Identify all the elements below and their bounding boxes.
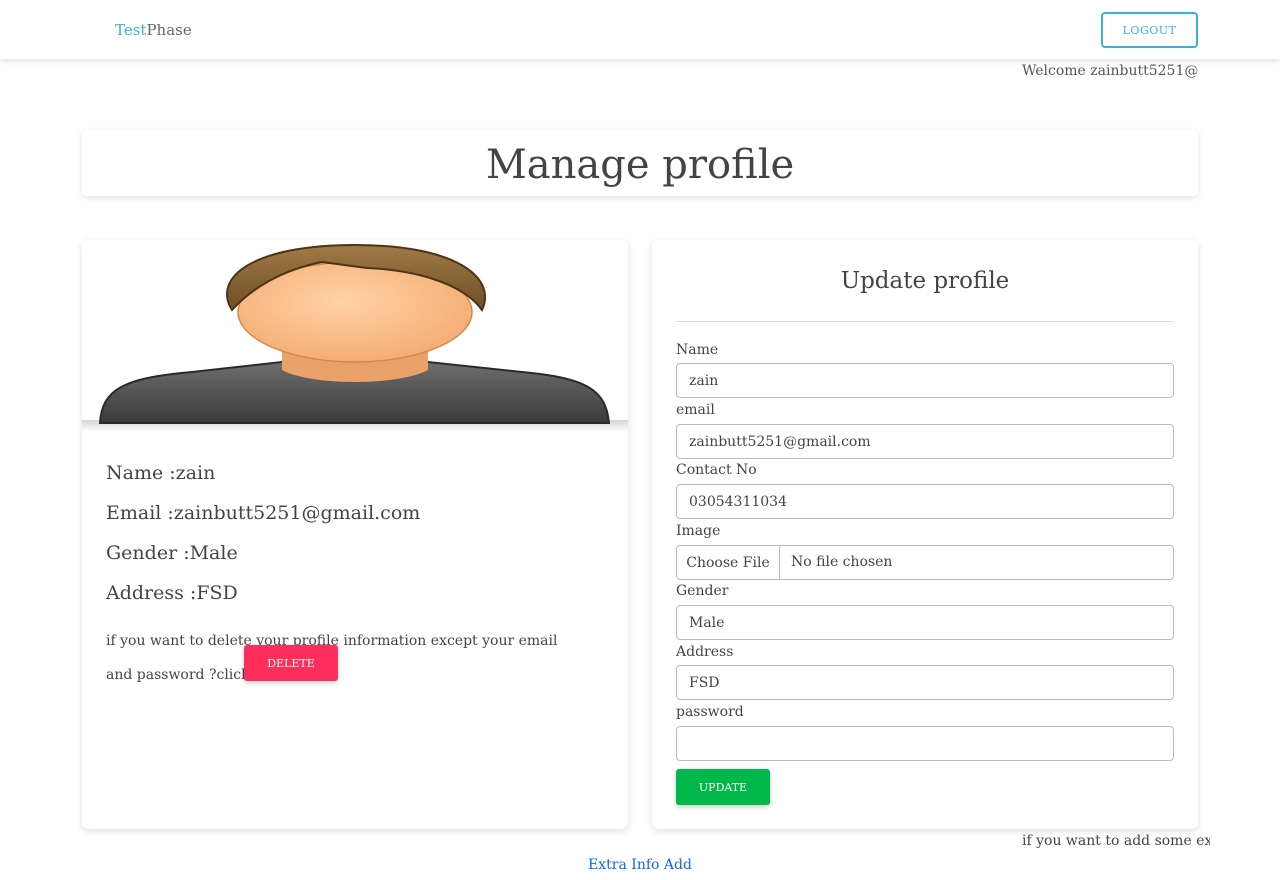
welcome-message: Welcome zainbutt5251@gmail.com <box>1022 63 1198 79</box>
gender-label: Gender <box>676 583 729 599</box>
extra-info-add-link: Extra Info Add <box>0 857 1280 873</box>
page-title: Manage profile <box>485 142 795 188</box>
delete-prompt: if you want to delete your profile infor… <box>106 633 558 683</box>
update-button[interactable]: UPDATE <box>676 769 770 805</box>
contact-input[interactable] <box>676 484 1174 519</box>
brand-logo[interactable]: TestPhase <box>115 21 192 39</box>
update-profile-title: Update profile <box>840 268 1010 294</box>
gender-input[interactable] <box>676 605 1174 640</box>
name-label: Name <box>676 342 719 358</box>
address-input[interactable] <box>676 665 1174 700</box>
update-profile-card: Update profile Name email Contact No Ima… <box>652 240 1198 829</box>
delete-button[interactable]: DELETE <box>244 645 338 681</box>
profile-name: Name :zain <box>106 462 216 484</box>
image-label: Image <box>676 523 721 539</box>
email-label: email <box>676 402 715 418</box>
name-input[interactable] <box>676 363 1174 398</box>
welcome-message-container: Welcome zainbutt5251@gmail.com <box>1022 63 1198 83</box>
choose-file-button[interactable]: Choose File <box>677 546 780 579</box>
brand-part-phase: Phase <box>146 21 192 39</box>
extra-info-prompt-container: if you want to add some extra info <box>1022 833 1210 853</box>
extra-info-prompt: if you want to add some extra info <box>1022 833 1210 849</box>
password-input[interactable] <box>676 726 1174 761</box>
contact-label: Contact No <box>676 462 757 478</box>
extra-info-add-link-text[interactable]: Extra Info Add <box>588 857 692 873</box>
brand-part-test: Test <box>115 21 147 39</box>
profile-address: Address :FSD <box>106 582 238 604</box>
page-title-card: Manage profile <box>82 130 1198 196</box>
password-label: password <box>676 704 744 720</box>
profile-card: Name :zain Email :zainbutt5251@gmail.com… <box>82 240 628 829</box>
navbar: TestPhase LOGOUT <box>0 0 1280 59</box>
image-file-input[interactable]: Choose File No file chosen <box>676 545 1174 580</box>
email-input[interactable] <box>676 424 1174 459</box>
profile-gender: Gender :Male <box>106 542 238 564</box>
profile-email: Email :zainbutt5251@gmail.com <box>106 502 421 524</box>
address-label: Address <box>676 644 734 660</box>
user-avatar-icon <box>82 243 628 432</box>
file-status: No file chosen <box>791 554 893 570</box>
divider <box>676 321 1174 322</box>
logout-button[interactable]: LOGOUT <box>1101 12 1198 48</box>
